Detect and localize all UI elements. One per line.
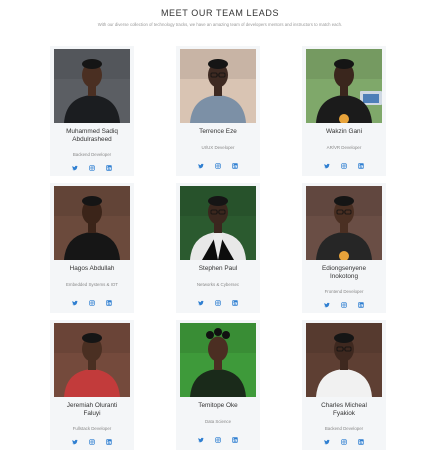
member-name-line: Ediongsenyene <box>321 265 367 272</box>
linkedin-icon[interactable] <box>106 439 112 445</box>
instagram-icon[interactable] <box>341 163 347 169</box>
member-photo <box>54 49 130 123</box>
member-name-line: Jeremiah Oluranti <box>66 402 118 409</box>
linkedin-icon[interactable] <box>106 165 112 171</box>
twitter-icon[interactable] <box>72 439 78 445</box>
team-member-card: Jeremiah Oluranti Faluyi Fullstack Develop… <box>50 320 134 450</box>
member-role: Backend Developer <box>324 426 364 431</box>
instagram-icon[interactable] <box>215 300 221 306</box>
member-name-line: Fyakiok <box>332 410 356 417</box>
team-member-card: Stephen Paul Networks & Cybersec <box>176 183 260 313</box>
team-member-card: Wakzin Gani AR/VR Developer <box>302 46 386 176</box>
twitter-icon[interactable] <box>72 165 78 171</box>
member-name: Muhammed Sadiq Abdulrasheed <box>50 128 134 144</box>
member-name-line: Muhammed Sadiq <box>66 128 118 135</box>
social-links <box>50 165 134 171</box>
member-photo <box>306 186 382 260</box>
member-role: Data Science <box>204 419 232 424</box>
member-role: UI/UX Developer <box>201 145 235 150</box>
team-member-card: Muhammed Sadiq Abdulrasheed Backend Develo… <box>50 46 134 176</box>
social-links <box>176 300 260 306</box>
instagram-icon[interactable] <box>89 439 95 445</box>
member-name: Wakzin Gani <box>302 128 386 136</box>
social-links <box>176 437 260 443</box>
team-member-card: Ediongsenyene Inokotong Frontend Developer <box>302 183 386 313</box>
instagram-icon[interactable] <box>215 163 221 169</box>
team-grid: Muhammed Sadiq Abdulrasheed Backend Develo… <box>0 0 440 456</box>
member-photo <box>54 186 130 260</box>
linkedin-icon[interactable] <box>358 163 364 169</box>
member-photo <box>180 186 256 260</box>
instagram-icon[interactable] <box>89 165 95 171</box>
instagram-icon[interactable] <box>89 300 95 306</box>
instagram-icon[interactable] <box>215 437 221 443</box>
member-name: Ediongsenyene Inokotong <box>302 265 386 281</box>
member-role: Fullstack Developer <box>72 426 112 431</box>
member-photo <box>180 49 256 123</box>
social-links <box>176 163 260 169</box>
member-role: AR/VR Developer <box>326 145 362 150</box>
linkedin-icon[interactable] <box>232 300 238 306</box>
instagram-icon[interactable] <box>341 439 347 445</box>
member-name: Terrence Eze <box>176 128 260 136</box>
member-photo <box>306 323 382 397</box>
member-role: Embedded Systems & IOT <box>66 282 118 287</box>
member-role: Networks & Cybersec <box>196 282 240 287</box>
member-name-line: Wakzin Gani <box>326 128 362 135</box>
member-name-line: Terrence Eze <box>199 128 237 135</box>
twitter-icon[interactable] <box>324 163 330 169</box>
twitter-icon[interactable] <box>198 163 204 169</box>
social-links <box>50 439 134 445</box>
linkedin-icon[interactable] <box>106 300 112 306</box>
member-name: Charles Micheal Fyakiok <box>302 402 386 418</box>
member-name-line: Inokotong <box>329 273 359 280</box>
member-name-line: Faluyi <box>83 410 101 417</box>
member-photo <box>306 49 382 123</box>
member-name-line: Hagos Abdullah <box>69 265 115 272</box>
member-name-line: Temitope Oke <box>198 402 238 409</box>
instagram-icon[interactable] <box>341 302 347 308</box>
twitter-icon[interactable] <box>72 300 78 306</box>
member-name-line: Abdulrasheed <box>72 136 112 143</box>
twitter-icon[interactable] <box>324 439 330 445</box>
twitter-icon[interactable] <box>324 302 330 308</box>
member-role: Frontend Developer <box>324 289 364 294</box>
linkedin-icon[interactable] <box>358 439 364 445</box>
linkedin-icon[interactable] <box>232 163 238 169</box>
twitter-icon[interactable] <box>198 300 204 306</box>
team-member-card: Terrence Eze UI/UX Developer <box>176 46 260 176</box>
member-name: Stephen Paul <box>176 265 260 273</box>
team-member-card: Hagos Abdullah Embedded Systems & IOT <box>50 183 134 313</box>
social-links <box>302 439 386 445</box>
member-name-line: Stephen Paul <box>198 265 238 272</box>
member-name: Jeremiah Oluranti Faluyi <box>50 402 134 418</box>
member-role: Backend Developer <box>72 152 112 157</box>
linkedin-icon[interactable] <box>232 437 238 443</box>
member-name: Hagos Abdullah <box>50 265 134 273</box>
twitter-icon[interactable] <box>198 437 204 443</box>
team-member-card: Charles Micheal Fyakiok Backend Developer <box>302 320 386 450</box>
linkedin-icon[interactable] <box>358 302 364 308</box>
social-links <box>302 302 386 308</box>
social-links <box>302 163 386 169</box>
member-name-line: Charles Micheal <box>321 402 367 409</box>
social-links <box>50 300 134 306</box>
member-photo <box>54 323 130 397</box>
member-photo <box>180 323 256 397</box>
team-member-card: Temitope Oke Data Science <box>176 320 260 450</box>
member-name: Temitope Oke <box>176 402 260 410</box>
